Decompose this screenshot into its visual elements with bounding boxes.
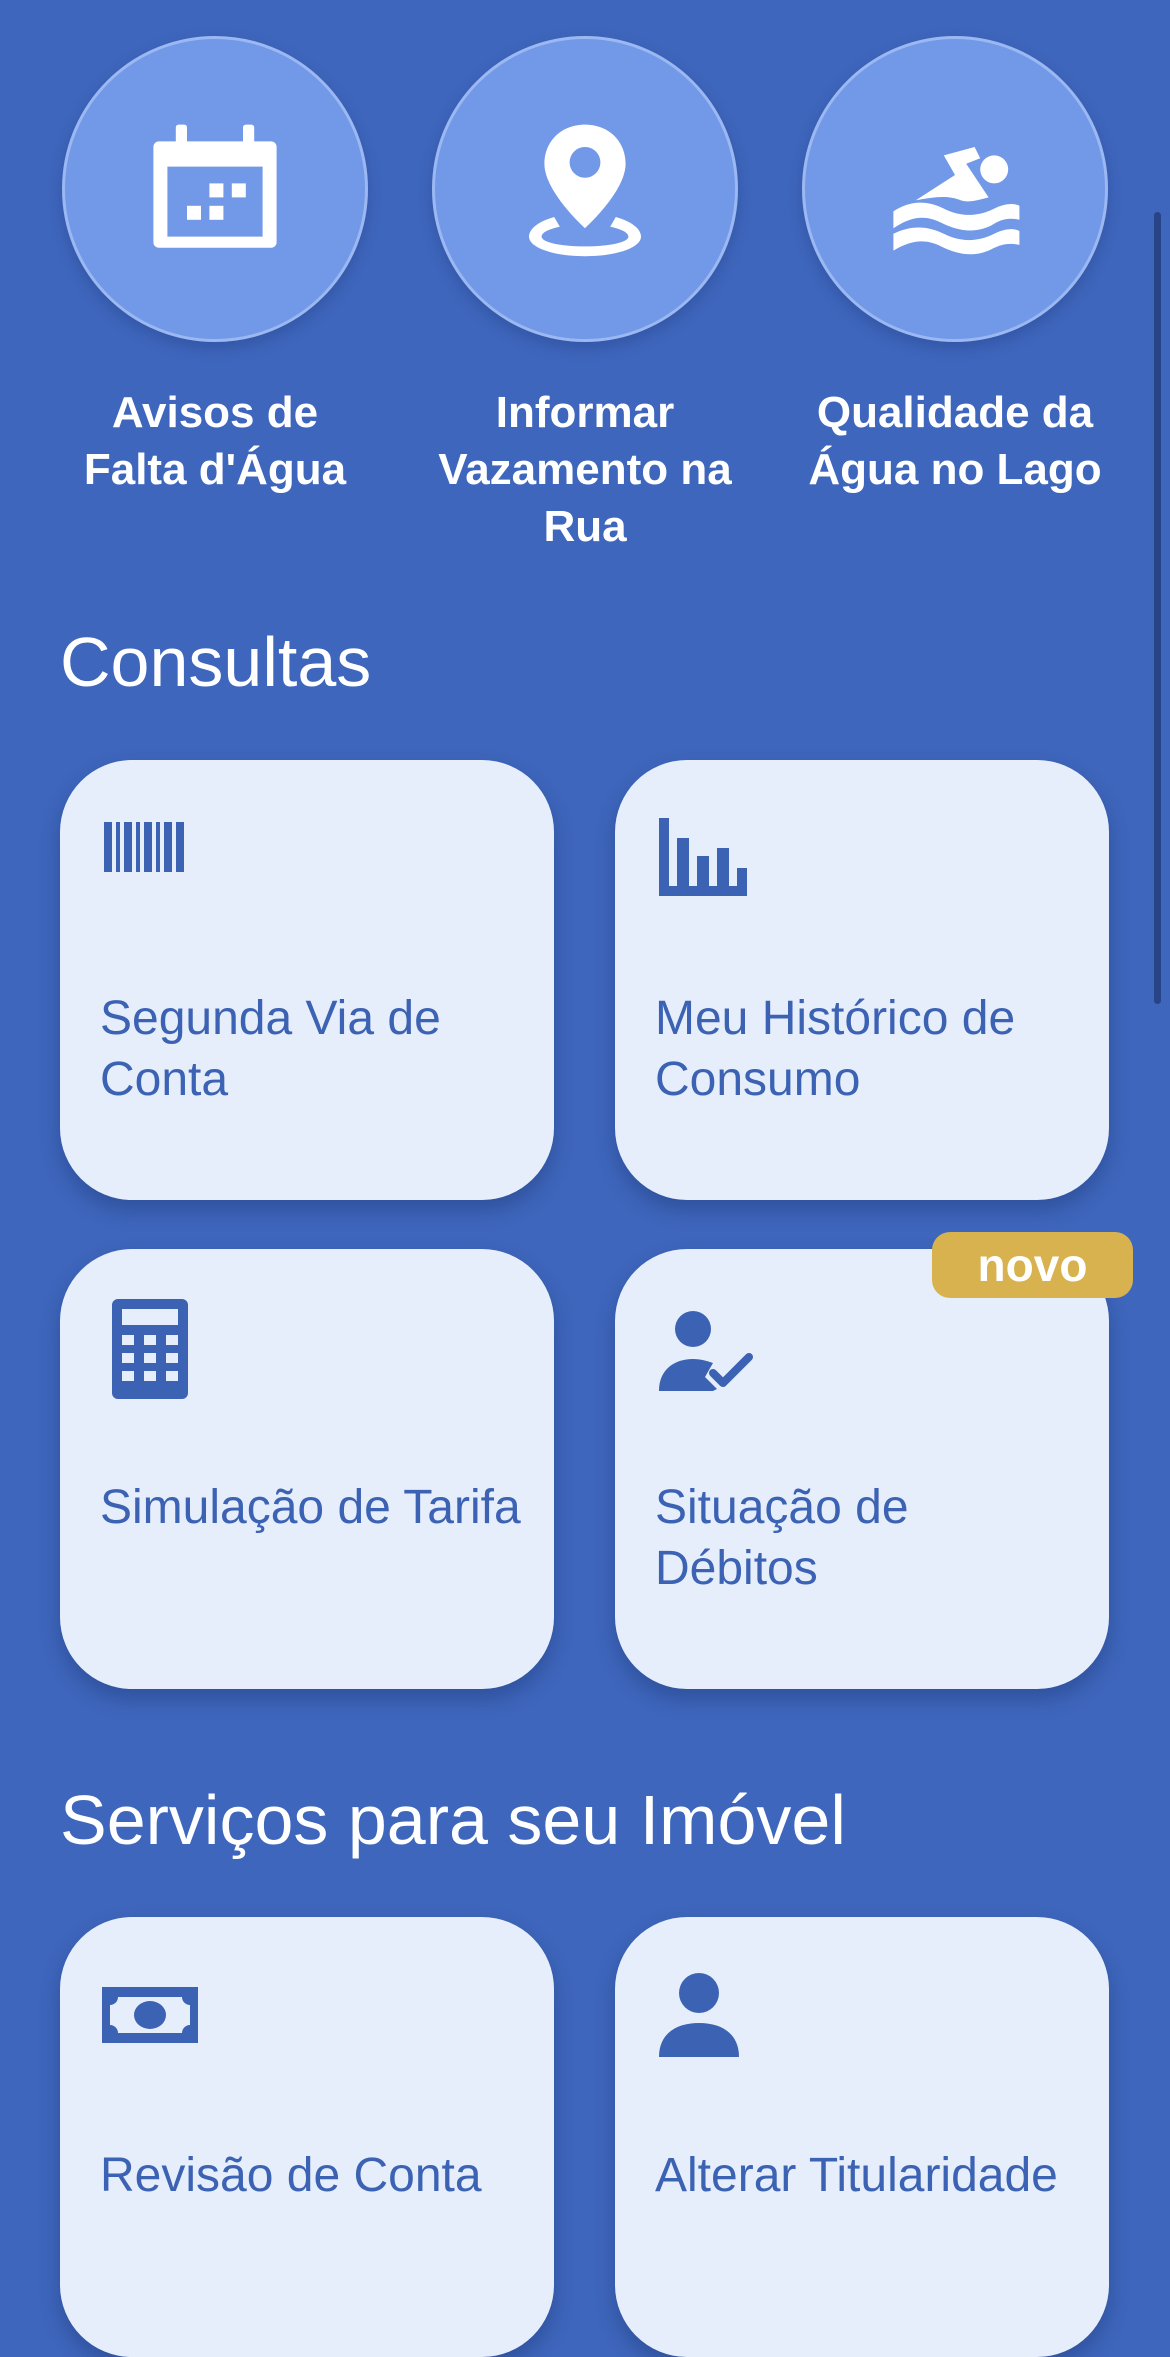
card-debt-status[interactable]: Situação de Débitos (615, 1249, 1109, 1689)
quick-action-label: Qualidade da Água no Lago (808, 388, 1102, 494)
swimmer-icon (893, 147, 1020, 255)
quick-action-circle[interactable] (432, 36, 738, 342)
user-check-icon (655, 1299, 755, 1399)
section-title-consultas: Consultas (60, 623, 372, 701)
money-bill-icon (100, 1967, 200, 2067)
quick-action-report-leak[interactable]: Informar Vazamento na Rua (400, 36, 770, 555)
card-label: Situação de Débitos (655, 1481, 909, 1595)
quick-action-circle[interactable] (62, 36, 368, 342)
card-label: Meu Histórico de Consumo (655, 992, 1016, 1106)
scrollbar[interactable] (1154, 212, 1161, 1004)
quick-action-circle[interactable] (802, 36, 1108, 342)
card-label: Revisão de Conta (100, 2149, 482, 2202)
location-pin-icon (529, 124, 641, 257)
quick-action-lake-quality[interactable]: Qualidade da Água no Lago (770, 36, 1140, 498)
card-label: Alterar Titularidade (655, 2149, 1058, 2202)
quick-action-water-shortage[interactable]: Avisos de Falta d'Água (30, 36, 400, 498)
section-title-servicos: Serviços para seu Imóvel (60, 1781, 846, 1859)
quick-action-label: Avisos de Falta d'Água (83, 388, 347, 494)
card-label: Simulação de Tarifa (100, 1481, 521, 1534)
new-badge: novo (932, 1232, 1133, 1298)
calendar-icon (153, 124, 277, 248)
quick-action-label: Informar Vazamento na Rua (438, 388, 732, 551)
card-second-copy-bill[interactable]: Segunda Via de Conta (60, 760, 554, 1200)
quick-actions-row: Avisos de Falta d'Água Informar Vazament… (0, 0, 1170, 580)
bar-chart-icon (655, 810, 755, 910)
card-bill-review[interactable]: Revisão de Conta (60, 1917, 554, 2357)
card-consumption-history[interactable]: Meu Histórico de Consumo (615, 760, 1109, 1200)
person-icon (655, 1967, 755, 2067)
card-tariff-simulation[interactable]: Simulação de Tarifa (60, 1249, 554, 1689)
card-change-ownership[interactable]: Alterar Titularidade (615, 1917, 1109, 2357)
calculator-icon (100, 1299, 200, 1399)
card-label: Segunda Via de Conta (100, 992, 441, 1106)
barcode-icon (100, 810, 200, 910)
